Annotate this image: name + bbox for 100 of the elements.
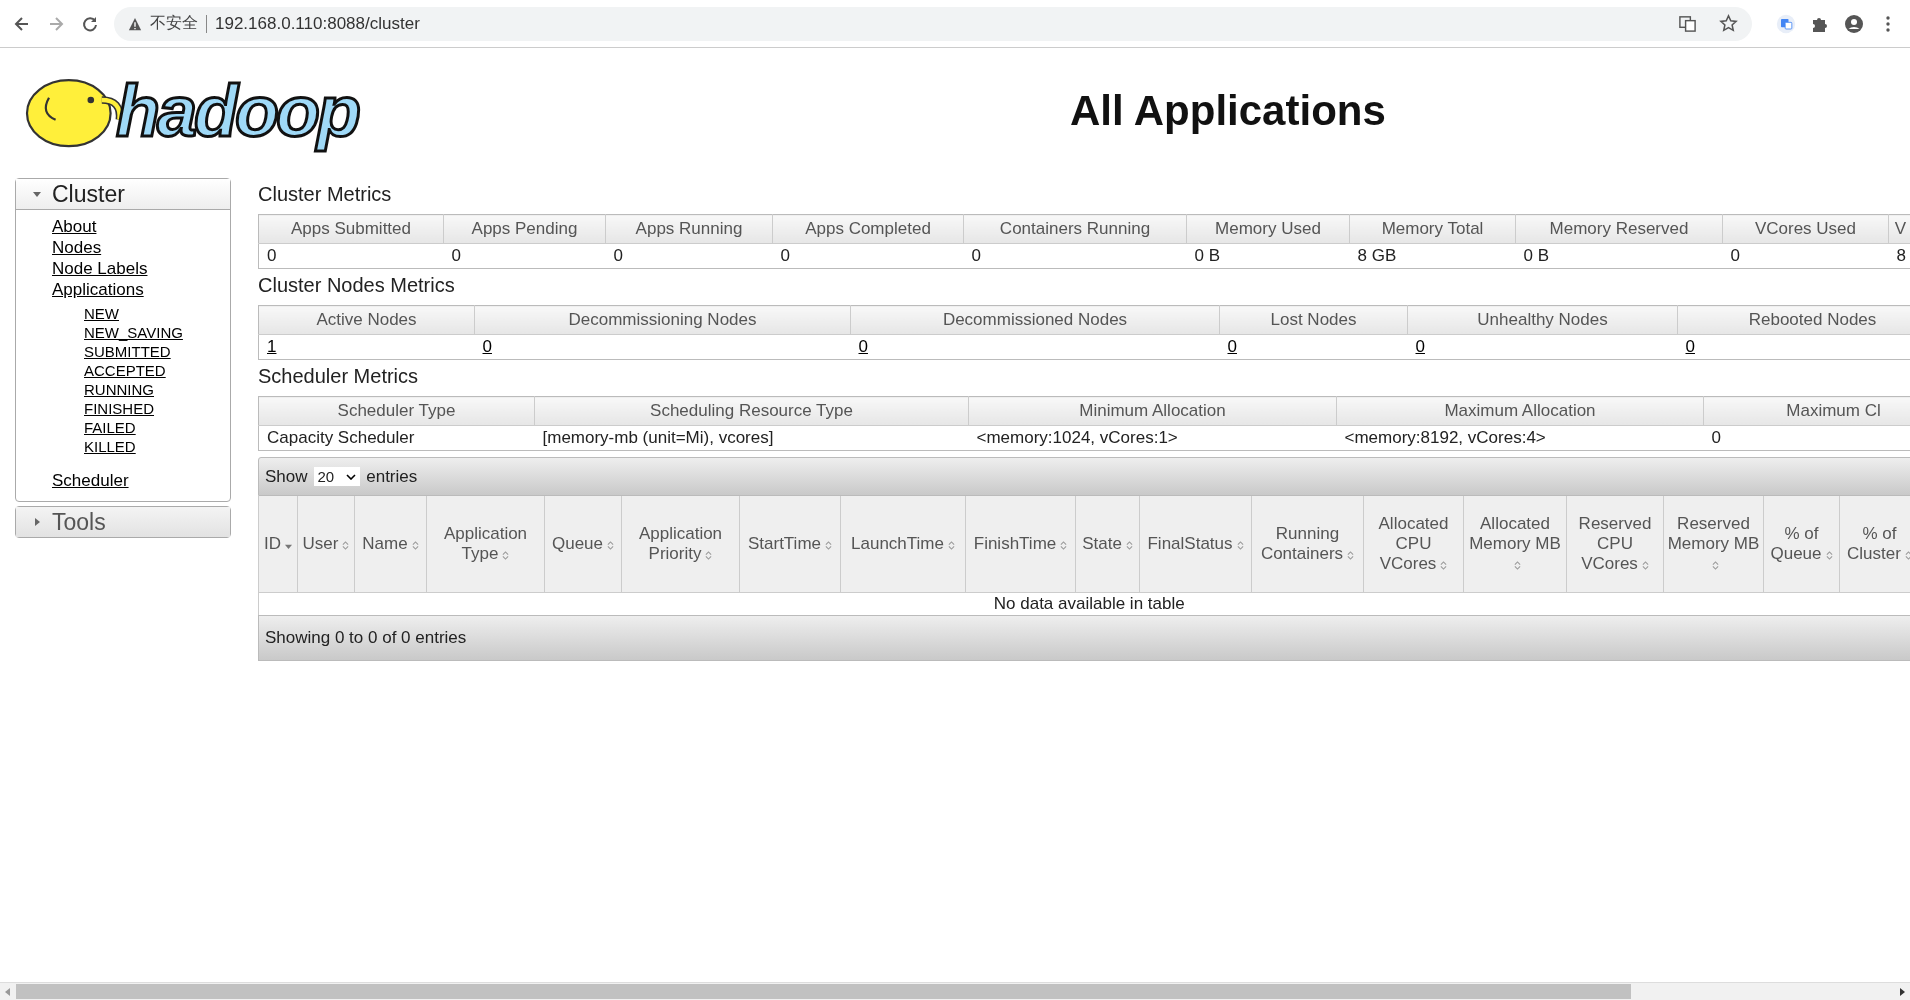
sort-icon <box>1060 539 1068 551</box>
sort-icon <box>1641 559 1649 571</box>
column-header: Scheduling Resource Type <box>534 396 969 426</box>
column-header[interactable]: ID <box>258 496 298 592</box>
column-header: Apps Completed <box>772 214 964 244</box>
column-header[interactable]: Name <box>354 496 427 592</box>
address-bar[interactable]: 不安全 192.168.0.110:8088/cluster <box>114 6 1752 41</box>
column-header[interactable]: Application Type <box>426 496 545 592</box>
logo-text: hadoop <box>116 69 358 152</box>
account-icon[interactable] <box>1844 13 1864 34</box>
sidebar-section-header[interactable]: Tools <box>16 507 230 537</box>
sidebar-sublink[interactable]: SUBMITTED <box>84 342 171 361</box>
column-header[interactable]: Running Containers <box>1251 496 1364 592</box>
table-cell: 0 <box>258 243 444 269</box>
sidebar-section-header[interactable]: Cluster <box>16 179 230 210</box>
sort-icon <box>607 539 614 551</box>
caret-icon <box>32 189 42 199</box>
column-header[interactable]: Allocated Memory MB <box>1463 496 1567 592</box>
table-cell: 0 <box>963 243 1187 269</box>
sort-icon <box>1712 559 1719 571</box>
column-header[interactable]: State <box>1075 496 1140 592</box>
table-cell: Capacity Scheduler <box>258 425 535 451</box>
table-cell: 0 B <box>1186 243 1350 269</box>
sidebar-sublink[interactable]: NEW <box>84 304 119 323</box>
column-header: Containers Running <box>963 214 1187 244</box>
sidebar-sublink[interactable]: NEW_SAVING <box>84 323 183 342</box>
column-header: VCores Used <box>1722 214 1889 244</box>
column-header: Maximum Cl <box>1703 396 1910 426</box>
column-header[interactable]: Allocated CPU VCores <box>1363 496 1464 592</box>
security-label: 不安全 <box>150 13 198 33</box>
entries-label: entries <box>366 466 418 487</box>
sort-icon <box>1825 549 1833 561</box>
horizontal-scrollbar[interactable] <box>0 982 1910 1000</box>
table-cell: 0 B <box>1515 243 1723 269</box>
table-link[interactable]: 0 <box>1685 337 1695 356</box>
column-header[interactable]: % of Queue <box>1763 496 1840 592</box>
column-header: Apps Running <box>605 214 773 244</box>
column-header[interactable]: LaunchTime <box>840 496 966 592</box>
column-header[interactable]: FinishTime <box>965 496 1076 592</box>
sort-icon <box>1125 539 1133 551</box>
url-text: 192.168.0.110:8088/cluster <box>215 13 420 34</box>
column-header: Lost Nodes <box>1219 305 1408 335</box>
sort-icon <box>502 549 510 561</box>
table-cell: 8 <box>1888 243 1910 269</box>
sidebar-link[interactable]: Node Labels <box>52 258 148 279</box>
column-header: Memory Used <box>1186 214 1350 244</box>
column-header: Decommissioned Nodes <box>850 305 1220 335</box>
column-header[interactable]: Reserved Memory MB <box>1663 496 1764 592</box>
column-header: Rebooted Nodes <box>1677 305 1910 335</box>
page-title: All Applications <box>1070 86 1386 135</box>
sidebar-sublink[interactable]: FINISHED <box>84 399 154 418</box>
sort-icon <box>1440 559 1448 571</box>
column-header: Unhealthy Nodes <box>1407 305 1678 335</box>
column-header[interactable]: Queue <box>544 496 622 592</box>
column-header[interactable]: FinalStatus <box>1139 496 1252 592</box>
sidebar-sublink[interactable]: RUNNING <box>84 380 154 399</box>
star-icon[interactable] <box>1719 14 1738 33</box>
table-link[interactable]: 1 <box>267 337 277 356</box>
column-header: Apps Pending <box>443 214 606 244</box>
column-header: Maximum Allocation <box>1336 396 1704 426</box>
sort-icon <box>947 539 955 551</box>
column-header: V <box>1888 214 1910 244</box>
sort-icon <box>1347 549 1355 561</box>
column-header: Minimum Allocation <box>968 396 1337 426</box>
column-header[interactable]: % of Cluster <box>1839 496 1910 592</box>
section-title: Cluster Metrics <box>258 182 393 207</box>
table-cell: 0 <box>1703 425 1910 451</box>
sidebar-sublink[interactable]: ACCEPTED <box>84 361 166 380</box>
sort-icon <box>825 539 832 551</box>
column-header[interactable]: Application Priority <box>621 496 740 592</box>
column-header[interactable]: Reserved CPU VCores <box>1566 496 1664 592</box>
sidebar-link[interactable]: About <box>52 216 97 237</box>
table-link[interactable]: 0 <box>858 337 868 356</box>
sort-icon <box>1513 559 1521 571</box>
scroll-right-icon[interactable] <box>1899 987 1905 996</box>
sidebar-link[interactable]: Applications <box>52 279 144 300</box>
sidebar-link[interactable]: Nodes <box>52 237 102 258</box>
page-size-select[interactable]: 20 <box>313 467 361 486</box>
sort-icon <box>1236 539 1244 551</box>
table-cell: 8 GB <box>1349 243 1516 269</box>
scrollbar-thumb[interactable] <box>16 984 1632 999</box>
table-link[interactable]: 0 <box>1227 337 1237 356</box>
caret-icon <box>32 517 42 527</box>
sidebar-sublink[interactable]: FAILED <box>84 418 136 437</box>
entries-info: Showing 0 to 0 of 0 entries <box>265 627 467 648</box>
column-header[interactable]: User <box>297 496 355 592</box>
table-cell: 0 <box>1722 243 1889 269</box>
table-cell: [memory-mb (unit=Mi), vcores] <box>534 425 969 451</box>
sort-icon <box>1904 549 1910 561</box>
section-title: Scheduler Metrics <box>258 364 420 389</box>
table-cell: <memory:8192, vCores:4> <box>1336 425 1704 451</box>
sidebar-sublink[interactable]: KILLED <box>84 437 136 456</box>
column-header: Memory Total <box>1349 214 1516 244</box>
table-link[interactable]: 0 <box>482 337 492 356</box>
column-header: Memory Reserved <box>1515 214 1723 244</box>
table-cell: <memory:1024, vCores:1> <box>968 425 1337 451</box>
table-cell: 0 <box>605 243 773 269</box>
column-header[interactable]: StartTime <box>739 496 841 592</box>
sidebar-link[interactable]: Scheduler <box>52 470 129 491</box>
table-link[interactable]: 0 <box>1415 337 1425 356</box>
